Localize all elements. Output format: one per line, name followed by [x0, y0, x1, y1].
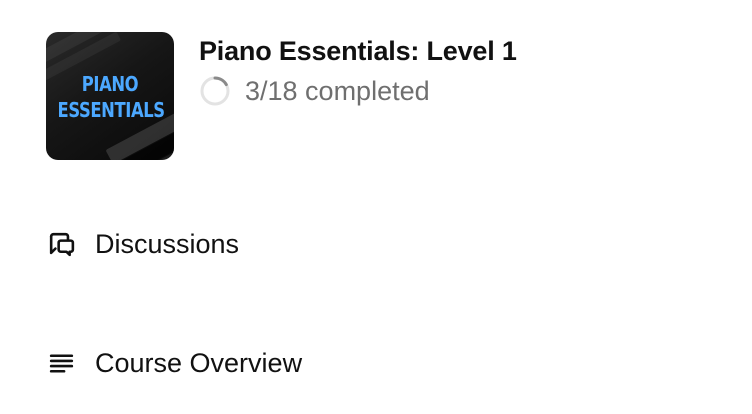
course-thumbnail: PIANO ESSENTIALS — [46, 32, 174, 160]
course-info: Piano Essentials: Level 1 3/18 completed — [199, 32, 517, 107]
menu-item-course-overview[interactable]: Course Overview — [46, 346, 302, 380]
course-card[interactable]: PIANO ESSENTIALS Piano Essentials: Level… — [46, 32, 517, 160]
menu-item-discussions[interactable]: Discussions — [46, 227, 239, 261]
course-title: Piano Essentials: Level 1 — [199, 36, 517, 66]
discussions-icon — [49, 232, 75, 256]
progress-ring-icon — [200, 76, 230, 106]
progress-row: 3/18 completed — [199, 75, 517, 107]
progress-text: 3/18 completed — [245, 76, 430, 106]
menu-item-label: Course Overview — [95, 348, 303, 378]
menu-item-label: Discussions — [95, 229, 240, 259]
list-icon — [49, 353, 74, 373]
thumbnail-title: PIANO ESSENTIALS — [57, 72, 166, 122]
course-page: PIANO ESSENTIALS Piano Essentials: Level… — [0, 0, 752, 414]
